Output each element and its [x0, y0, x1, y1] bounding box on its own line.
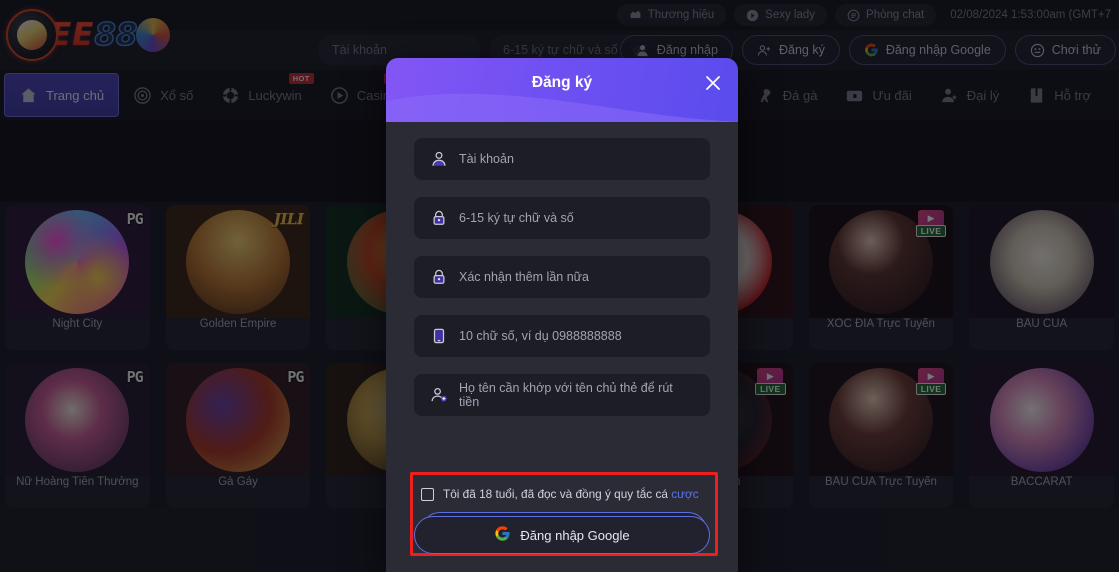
register-modal: Đăng ký Tài khoản 6-15 ký tự chữ và số X…	[386, 58, 738, 572]
user-icon	[429, 150, 448, 169]
header-wave-decoration	[386, 93, 738, 122]
app-root: Thương hiệu Sexy lady Phòng chat 02/08/2…	[0, 0, 1119, 572]
lock-icon	[429, 268, 448, 287]
terms-row[interactable]: Tôi đã 18 tuổi, đã đọc và đồng ý quy tắc…	[421, 487, 707, 501]
lock-icon	[429, 209, 448, 228]
register-confirm-password-input[interactable]: Xác nhận thêm lần nữa	[414, 256, 710, 298]
register-phone-input[interactable]: 10 chữ số, ví dụ 0988888888	[414, 315, 710, 357]
register-password-input[interactable]: 6-15 ký tự chữ và số	[414, 197, 710, 239]
terms-checkbox[interactable]	[421, 487, 434, 501]
modal-google-login-label: Đăng nhập Google	[520, 527, 630, 543]
terms-text: Tôi đã 18 tuổi, đã đọc và đồng ý quy tắc…	[443, 487, 672, 501]
phone-icon	[429, 327, 448, 346]
modal-title: Đăng ký	[531, 74, 593, 91]
register-fullname-input[interactable]: Họ tên cần khớp với tên chủ thẻ để rút t…	[414, 374, 710, 416]
terms-label: Tôi đã 18 tuổi, đã đọc và đồng ý quy tắc…	[443, 487, 699, 501]
modal-google-login-button[interactable]: Đăng nhập Google	[414, 516, 710, 554]
register-fullname-placeholder: Họ tên cần khớp với tên chủ thẻ để rút t…	[459, 381, 673, 409]
register-confirm-password-placeholder: Xác nhận thêm lần nữa	[459, 270, 589, 284]
close-icon[interactable]	[702, 72, 724, 94]
user-plus-icon	[429, 386, 448, 405]
register-account-placeholder: Tài khoản	[459, 152, 514, 166]
register-account-input[interactable]: Tài khoản	[414, 138, 710, 180]
register-password-placeholder: 6-15 ký tự chữ và số	[459, 211, 574, 225]
terms-link[interactable]: cược	[671, 487, 698, 501]
google-icon	[494, 525, 511, 545]
register-phone-placeholder: 10 chữ số, ví dụ 0988888888	[459, 329, 622, 343]
modal-body: Tài khoản 6-15 ký tự chữ và số Xác nhận …	[386, 122, 738, 556]
modal-header: Đăng ký	[386, 58, 738, 122]
